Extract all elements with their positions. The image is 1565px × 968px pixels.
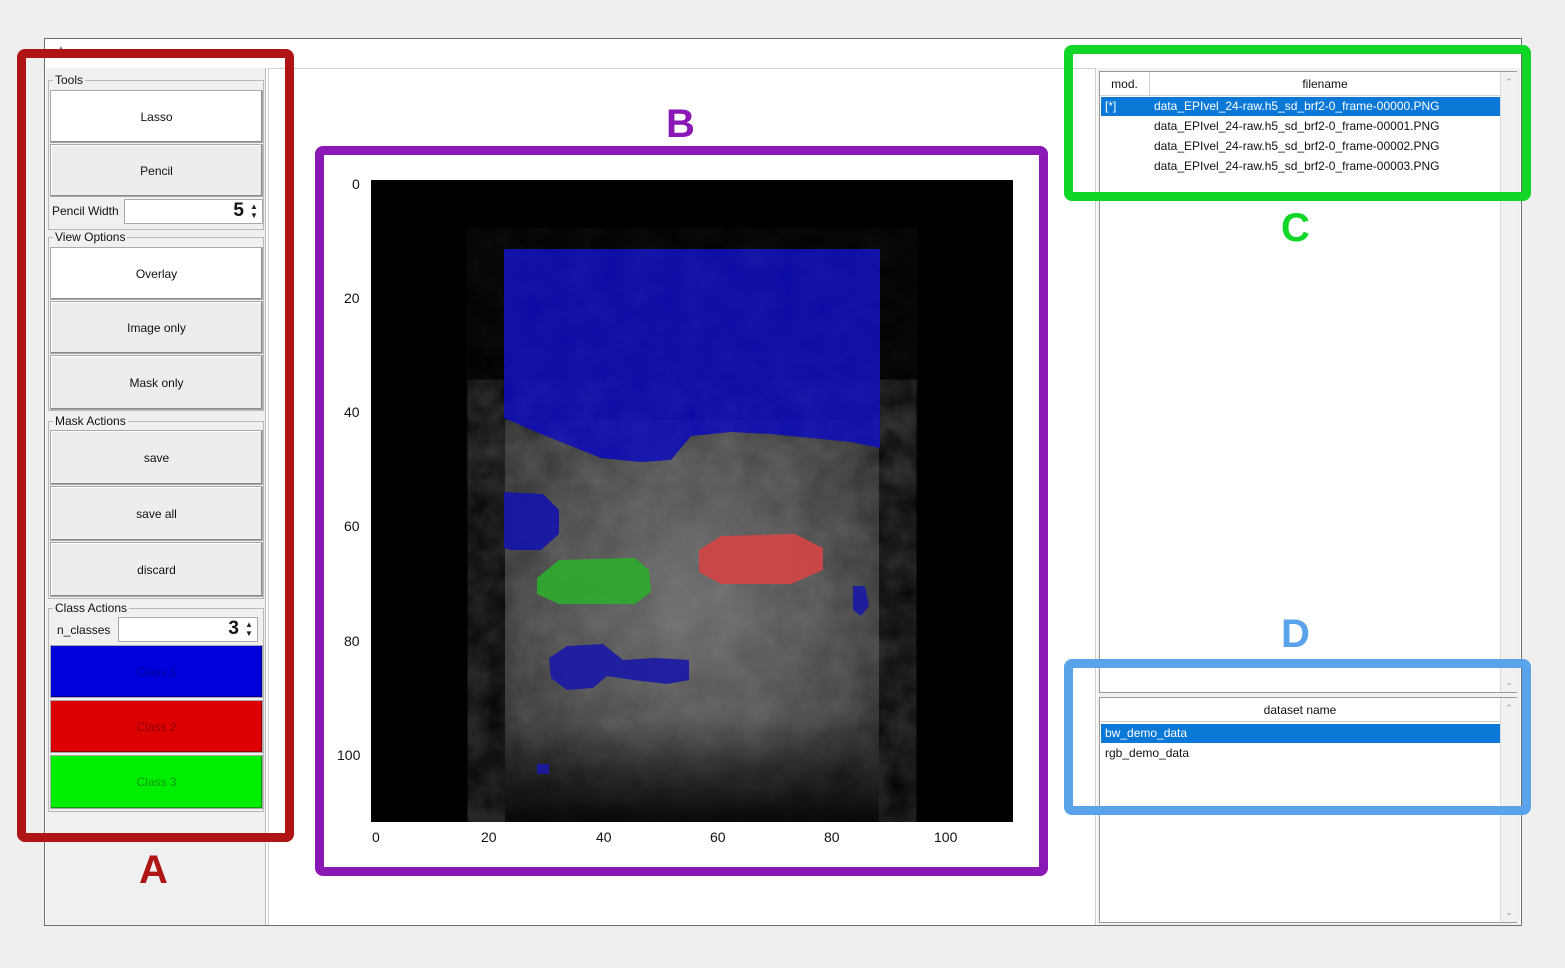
- annotation-label-c: C: [1281, 206, 1310, 250]
- annotation-label-a: A: [139, 848, 168, 892]
- annotation-box-a: [17, 49, 294, 842]
- annotation-box-b: [315, 146, 1048, 876]
- annotation-box-c: [1064, 45, 1531, 201]
- annotation-label-b: B: [666, 102, 695, 146]
- annotation-label-d: D: [1281, 612, 1310, 656]
- annotation-box-d: [1064, 659, 1531, 815]
- scroll-down-icon[interactable]: ⌄: [1501, 904, 1517, 920]
